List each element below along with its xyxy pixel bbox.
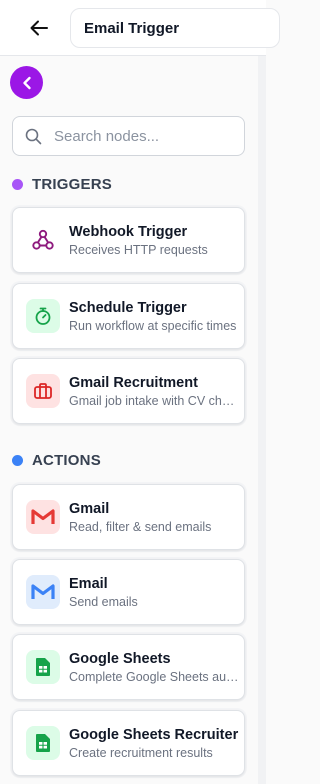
node-card-webhook-trigger[interactable]: Webhook Trigger Receives HTTP requests [12, 207, 245, 273]
workflow-title-field[interactable]: Email Trigger [70, 8, 280, 48]
sheets-icon [26, 726, 60, 760]
node-name: Google Sheets [69, 650, 171, 667]
top-bar: Email Trigger [0, 0, 280, 56]
node-name: Webhook Trigger [69, 223, 188, 240]
node-name: Schedule Trigger [69, 299, 187, 316]
node-card-email[interactable]: Email Send emails [12, 559, 245, 625]
actions-dot-icon [12, 454, 23, 466]
node-description: Read, filter & send emails [69, 519, 212, 534]
search-icon [25, 128, 42, 144]
node-name: Email [69, 575, 108, 592]
collapse-sidebar-button[interactable] [10, 66, 43, 99]
node-card-google-sheets[interactable]: Google Sheets Complete Google Sheets aut… [12, 634, 245, 700]
node-description: Send emails [69, 594, 138, 609]
search-input[interactable] [54, 127, 224, 145]
stopwatch-icon [26, 299, 60, 333]
back-button[interactable] [22, 12, 56, 44]
webhook-icon [26, 223, 60, 257]
search-box[interactable] [12, 116, 245, 156]
canvas-edge [258, 56, 266, 784]
email-icon [26, 575, 60, 609]
node-name: Gmail [69, 500, 110, 517]
node-description: Create recruitment results [69, 745, 213, 760]
briefcase-icon [26, 374, 60, 408]
section-label: ACTIONS [32, 451, 101, 469]
triggers-dot-icon [12, 178, 23, 190]
section-header-triggers: TRIGGERS [12, 173, 112, 195]
arrow-left-icon [30, 20, 48, 36]
node-name: Google Sheets Recruiter [69, 726, 239, 743]
node-description: Run workflow at specific times [69, 318, 237, 333]
section-header-actions: ACTIONS [12, 449, 101, 471]
node-card-gmail[interactable]: Gmail Read, filter & send emails [12, 484, 245, 550]
chevron-left-icon [22, 76, 31, 89]
node-description: Gmail job intake with CV check [69, 393, 241, 408]
node-name: Gmail Recruitment [69, 374, 198, 391]
sheets-icon [26, 650, 60, 684]
node-description: Receives HTTP requests [69, 242, 208, 257]
section-label: TRIGGERS [32, 175, 112, 193]
node-description: Complete Google Sheets automation [69, 669, 241, 684]
node-card-gmail-recruitment[interactable]: Gmail Recruitment Gmail job intake with … [12, 358, 245, 424]
node-card-schedule-trigger[interactable]: Schedule Trigger Run workflow at specifi… [12, 283, 245, 349]
node-card-google-sheets-recruiter[interactable]: Google Sheets Recruiter Create recruitme… [12, 710, 245, 776]
gmail-icon [26, 500, 60, 534]
